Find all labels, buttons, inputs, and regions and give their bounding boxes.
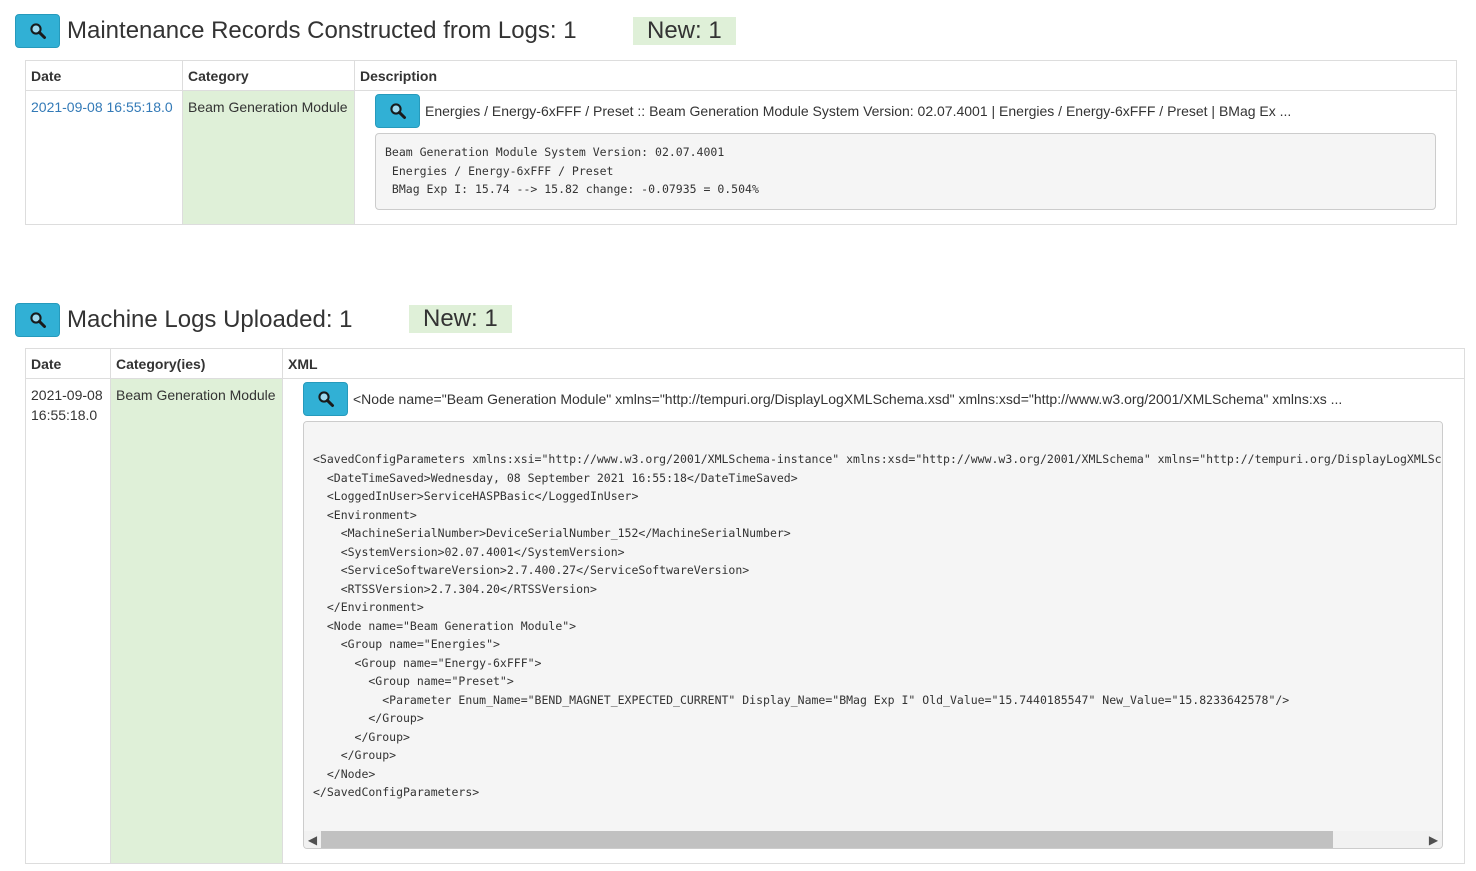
description-cell: Energies / Energy-6xFFF / Preset :: Beam… [354, 90, 1457, 225]
date-cell: 2021-09-08 16:55:18.0 [25, 378, 111, 864]
xml-summary-row: <Node name="Beam Generation Module" xmln… [303, 382, 1444, 416]
search-icon [29, 312, 46, 328]
machine-logs-title: Machine Logs Uploaded: 1 [67, 306, 353, 333]
description-summary: Energies / Energy-6xFFF / Preset :: Beam… [425, 103, 1292, 119]
maintenance-header: Maintenance Records Constructed from Log… [15, 14, 577, 48]
scroll-left-arrow-icon[interactable]: ◀ [304, 831, 321, 848]
maintenance-title: Maintenance Records Constructed from Log… [67, 17, 577, 44]
column-header-date[interactable]: Date [25, 60, 183, 91]
search-icon [317, 391, 334, 407]
column-header-categories[interactable]: Category(ies) [110, 348, 283, 379]
maintenance-header-row: Date Category Description [25, 60, 1457, 91]
machine-logs-header-row: Date Category(ies) XML [25, 348, 1465, 379]
horizontal-scrollbar[interactable]: ◀ ▶ [304, 831, 1442, 848]
table-row: 2021-09-08 16:55:18.0 Beam Generation Mo… [25, 90, 1457, 225]
machine-logs-search-button[interactable] [15, 303, 60, 337]
scroll-right-arrow-icon[interactable]: ▶ [1425, 831, 1442, 848]
machine-logs-table: Date Category(ies) XML 2021-09-08 16:55:… [25, 348, 1465, 864]
scroll-thumb[interactable] [321, 831, 1333, 848]
column-header-xml[interactable]: XML [282, 348, 1465, 379]
column-header-date[interactable]: Date [25, 348, 111, 379]
description-summary-row: Energies / Energy-6xFFF / Preset :: Beam… [375, 94, 1436, 128]
category-cell: Beam Generation Module [110, 378, 283, 864]
date-line-2: 16:55:18.0 [31, 407, 98, 423]
maintenance-table: Date Category Description 2021-09-08 16:… [25, 60, 1457, 225]
xml-expand-button[interactable] [303, 382, 348, 416]
date-line-1: 2021-09-08 [31, 387, 103, 403]
search-icon [389, 103, 406, 119]
xml-code-panel[interactable]: <SavedConfigParameters xmlns:xsi="http:/… [303, 421, 1443, 849]
column-header-category[interactable]: Category [182, 60, 355, 91]
table-row: 2021-09-08 16:55:18.0 Beam Generation Mo… [25, 378, 1465, 864]
maintenance-new-badge: New: 1 [633, 17, 736, 45]
description-expand-button[interactable] [375, 94, 420, 128]
date-cell: 2021-09-08 16:55:18.0 [25, 90, 183, 225]
xml-cell: <Node name="Beam Generation Module" xmln… [282, 378, 1465, 864]
xml-summary: <Node name="Beam Generation Module" xmln… [353, 391, 1343, 407]
machine-logs-new-badge: New: 1 [409, 305, 512, 333]
column-header-description[interactable]: Description [354, 60, 1457, 91]
xml-code: <SavedConfigParameters xmlns:xsi="http:/… [304, 422, 1442, 831]
date-link[interactable]: 2021-09-08 16:55:18.0 [31, 99, 173, 115]
category-cell: Beam Generation Module [182, 90, 355, 225]
search-icon [29, 23, 46, 39]
machine-logs-header: Machine Logs Uploaded: 1 [15, 303, 353, 337]
description-detail: Beam Generation Module System Version: 0… [375, 133, 1436, 210]
maintenance-search-button[interactable] [15, 14, 60, 48]
